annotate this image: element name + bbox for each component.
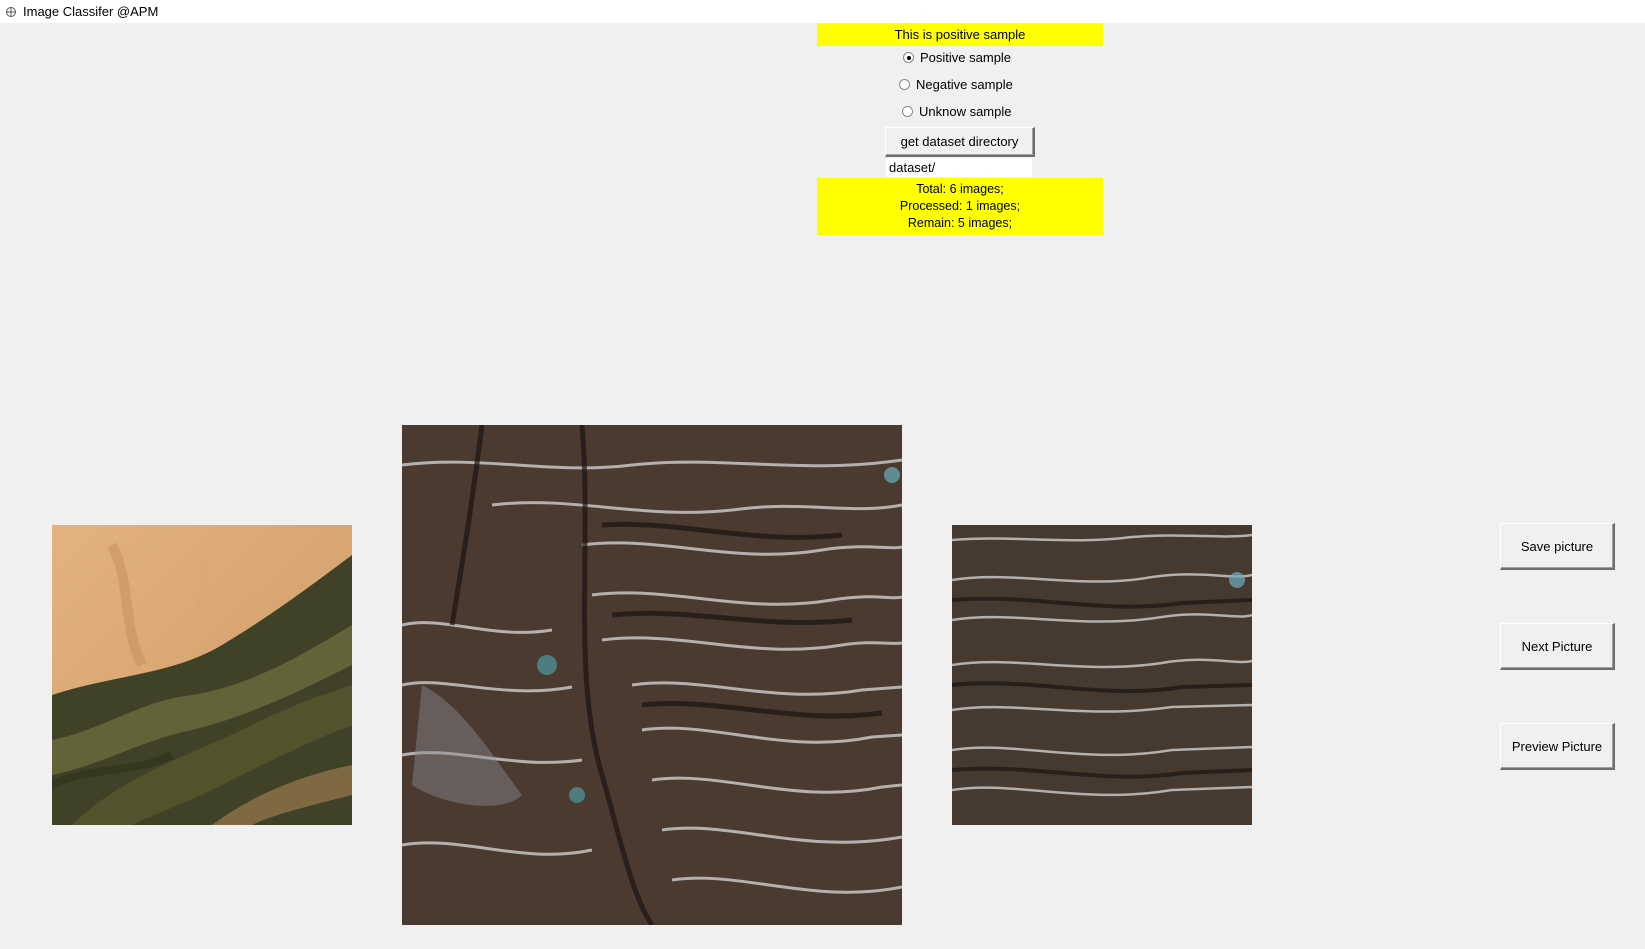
window-title: Image Classifer @APM [23,4,159,19]
dataset-path-input[interactable] [886,158,1032,177]
radio-label: Unknow sample [919,104,1012,119]
sample-status-banner: This is positive sample [817,23,1103,46]
title-bar[interactable]: Image Classifer @APM [0,0,1645,23]
save-picture-button[interactable]: Save picture [1500,523,1615,570]
radio-unchecked-icon[interactable] [899,79,910,90]
radio-positive-sample[interactable]: Positive sample [903,50,1011,65]
radio-checked-icon[interactable] [903,52,914,63]
radio-label: Negative sample [916,77,1013,92]
radio-unknown-sample[interactable]: Unknow sample [902,104,1012,119]
radio-negative-sample[interactable]: Negative sample [899,77,1013,92]
remain-count: Remain: 5 images; [907,216,1013,230]
current-image [402,425,902,925]
feather-icon [3,4,19,20]
radio-unchecked-icon[interactable] [902,106,913,117]
processed-count: Processed: 1 images; [899,199,1021,213]
get-dataset-directory-button[interactable]: get dataset directory [885,127,1035,157]
next-picture-button[interactable]: Next Picture [1500,623,1615,670]
radio-label: Positive sample [920,50,1012,65]
progress-stats-banner: Total: 6 images; Processed: 1 images; Re… [817,178,1103,235]
previous-image [52,525,352,825]
next-image [952,525,1252,825]
total-count: Total: 6 images; [916,182,1004,196]
preview-picture-button[interactable]: Preview Picture [1500,723,1615,770]
